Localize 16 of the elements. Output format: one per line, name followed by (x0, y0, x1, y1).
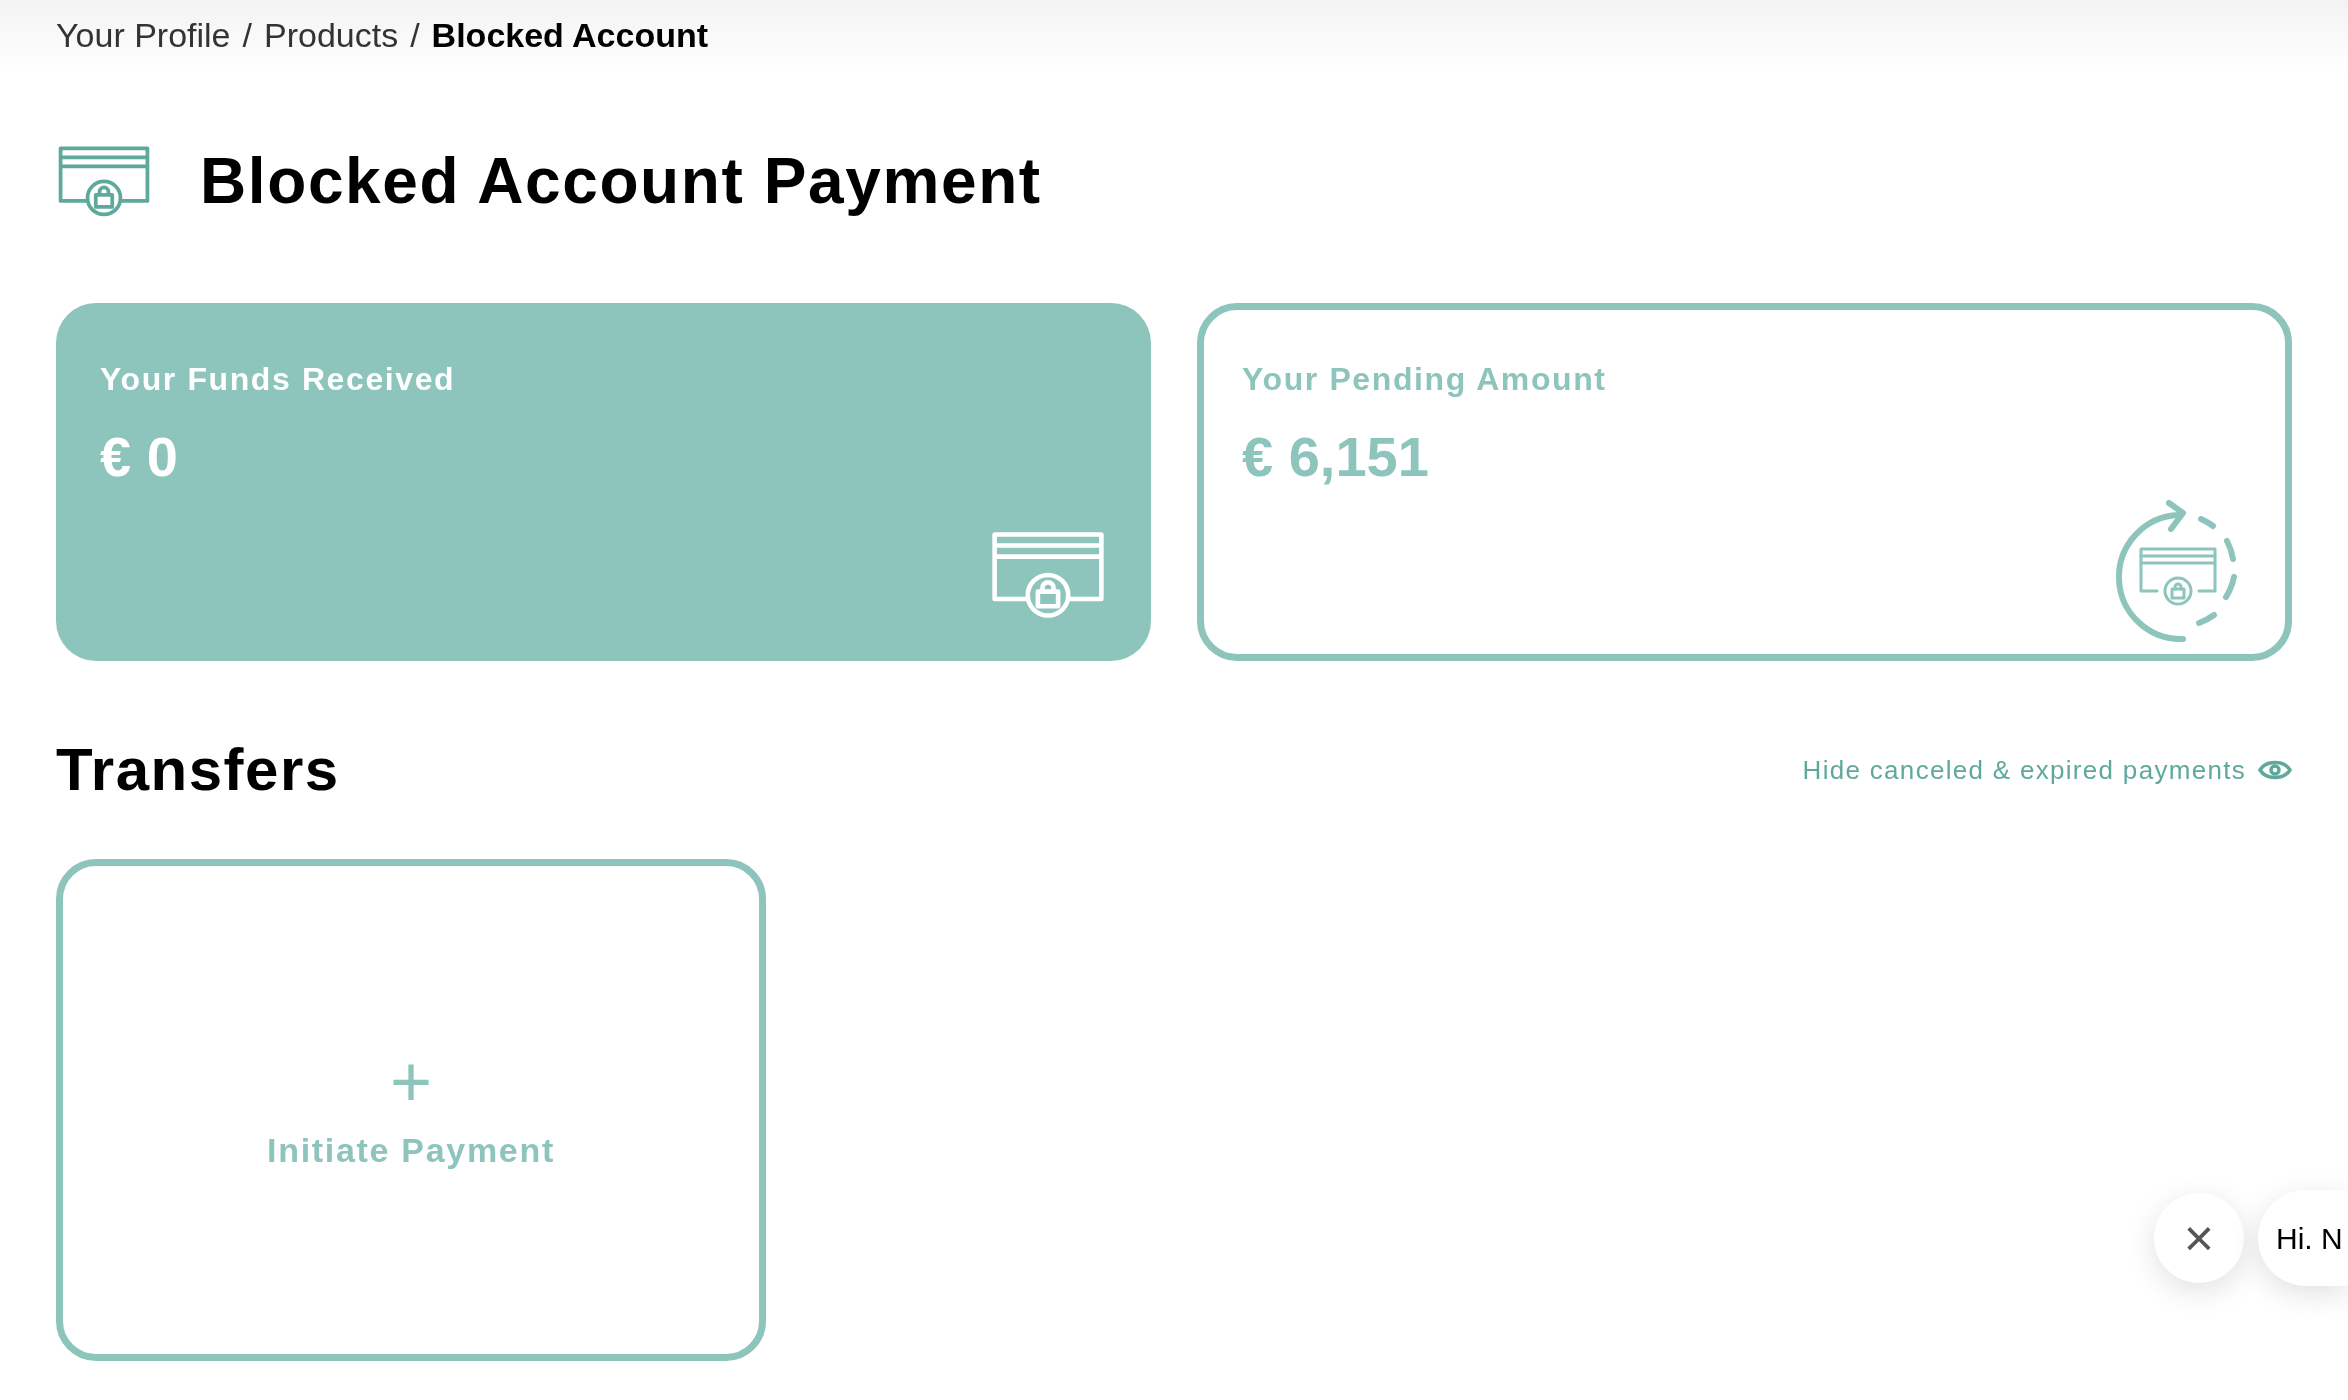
breadcrumb-link[interactable]: / (410, 10, 420, 61)
card-amount: € 0 (100, 424, 179, 490)
breadcrumb-link[interactable]: Products (263, 10, 399, 61)
plus-icon: + (389, 1044, 432, 1117)
card-amount: € 6,151 (1242, 424, 1430, 490)
page-title: Blocked Account Payment (200, 144, 1042, 219)
breadcrumb-current: Blocked Account (431, 15, 709, 56)
breadcrumb-link[interactable]: Your Profile (56, 10, 231, 61)
chat-greeting: Hi. N (2276, 1220, 2343, 1257)
chat-close-button[interactable]: × (2154, 1193, 2244, 1283)
section-heading: Transfers (56, 735, 340, 805)
chat-bubble[interactable]: Hi. N (2258, 1190, 2348, 1286)
card-label: Your Pending Amount (1242, 360, 1608, 399)
card-label: Your Funds Received (100, 360, 457, 399)
breadcrumb-link[interactable]: / (242, 10, 252, 61)
card-action-label: Initiate Payment (267, 1129, 555, 1171)
